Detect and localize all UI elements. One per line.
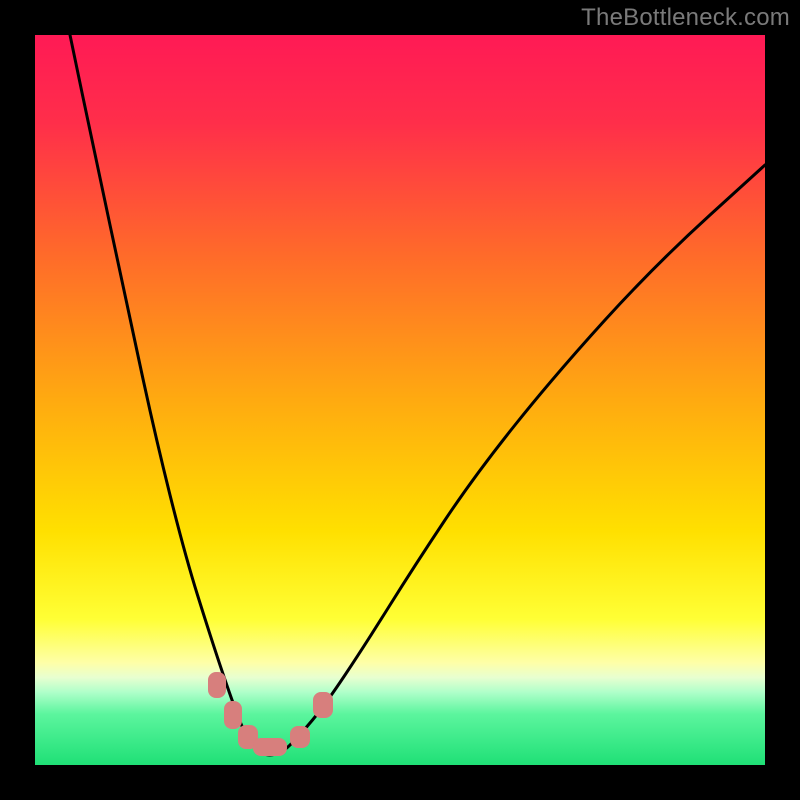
plot-area bbox=[35, 35, 765, 765]
data-marker bbox=[224, 701, 242, 729]
data-marker bbox=[290, 726, 310, 748]
chart-frame: TheBottleneck.com bbox=[0, 0, 800, 800]
data-marker bbox=[253, 738, 287, 756]
bottleneck-curve bbox=[35, 35, 765, 765]
watermark-text: TheBottleneck.com bbox=[581, 4, 790, 32]
data-marker bbox=[208, 672, 226, 698]
data-marker bbox=[313, 692, 333, 718]
